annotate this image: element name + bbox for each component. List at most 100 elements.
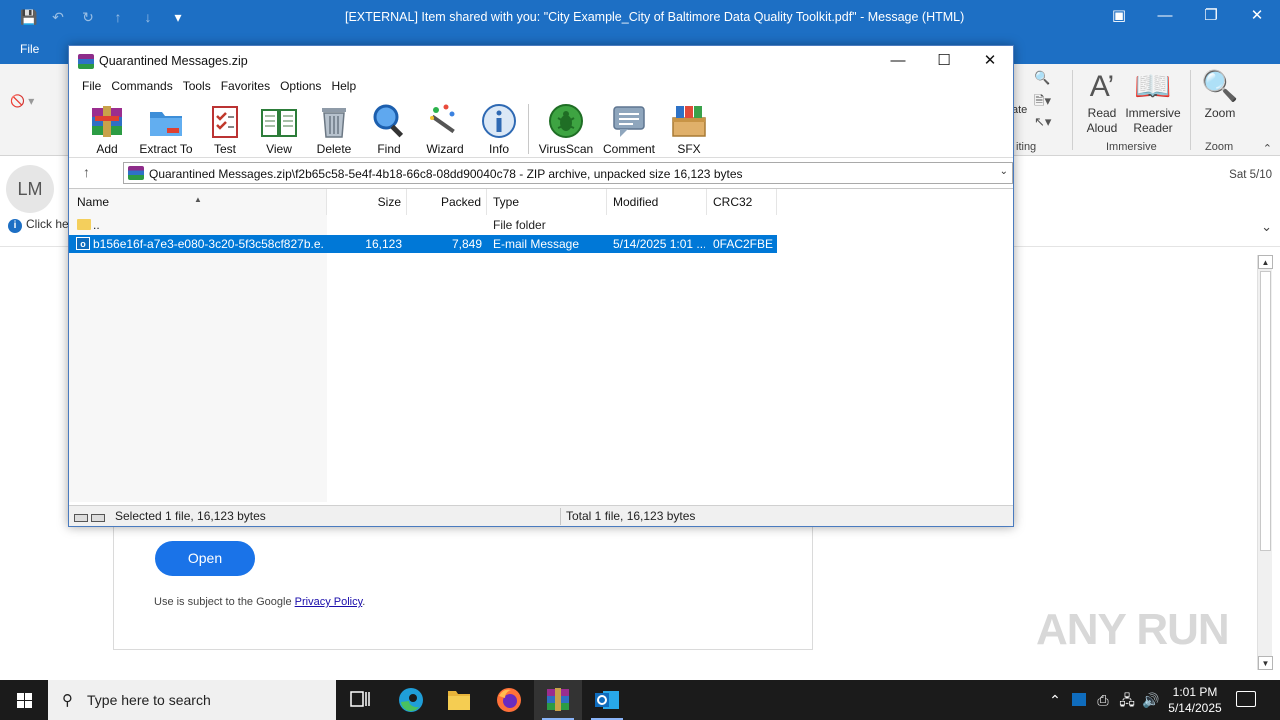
maximize-button[interactable]: ☐: [921, 46, 967, 76]
winrar-toolbar: Add Extract To Test View Delete Find Wiz…: [69, 98, 1013, 158]
open-button[interactable]: Open: [155, 541, 255, 576]
taskbar: ⚲ Type here to search ⌃ ⎙ 🖧 🔊 1:01 PM 5/…: [0, 680, 1280, 720]
folder-icon: [77, 219, 91, 230]
winrar-taskbar-button[interactable]: [534, 680, 582, 720]
system-clock[interactable]: 1:01 PM 5/14/2025: [1160, 684, 1230, 716]
immersive-reader-button[interactable]: 📖 Immersive Reader: [1124, 68, 1182, 136]
junk-button[interactable]: 🚫 ▾: [10, 94, 34, 108]
column-header-packed[interactable]: Packed: [407, 189, 487, 215]
trash-icon: [315, 102, 353, 140]
minimize-button[interactable]: —: [875, 46, 921, 76]
avatar: LM: [6, 165, 54, 213]
menu-help[interactable]: Help: [326, 76, 361, 98]
customize-qat-icon[interactable]: ▾: [170, 9, 186, 26]
info-icon: [480, 102, 518, 140]
row-type: E-mail Message: [493, 237, 580, 251]
view-button[interactable]: View: [257, 102, 301, 156]
column-header-size[interactable]: Size: [327, 189, 407, 215]
delete-button[interactable]: Delete: [315, 102, 353, 156]
menu-tools[interactable]: Tools: [178, 76, 216, 98]
bug-icon: [547, 102, 585, 140]
column-header-name[interactable]: Name ▲: [69, 189, 327, 215]
tab-file[interactable]: File: [20, 42, 39, 56]
extract-to-label: Extract To: [139, 142, 193, 156]
extract-to-icon: [147, 102, 185, 140]
status-bar: Selected 1 file, 16,123 bytes Total 1 fi…: [69, 505, 1013, 526]
path-bar[interactable]: Quarantined Messages.zip\f2b65c58-5e4f-4…: [123, 162, 1013, 184]
undo-icon[interactable]: ↶: [50, 9, 66, 26]
read-aloud-label-2: Aloud: [1086, 121, 1118, 135]
chevron-down-icon[interactable]: ⌄: [1261, 219, 1272, 235]
scroll-down-icon[interactable]: ▼: [1258, 656, 1273, 670]
menu-commands[interactable]: Commands: [106, 76, 177, 98]
close-button[interactable]: ✕: [1234, 0, 1280, 34]
related-icon[interactable]: 🗎▾: [1034, 92, 1051, 114]
edge-icon: [399, 688, 423, 712]
outlook-titlebar: 💾 ↶ ↻ ↑ ↓ ▾ [EXTERNAL] Item shared with …: [0, 0, 1280, 34]
wizard-wand-icon: [426, 102, 464, 140]
read-aloud-button[interactable]: A’ Read Aloud: [1080, 68, 1124, 136]
scroll-up-icon[interactable]: ▲: [1258, 255, 1273, 269]
list-item-email-file[interactable]: o b156e16f-a7e3-e080-3c20-5f3c58cf827b.e…: [69, 235, 777, 253]
select-icon[interactable]: ↖▾: [1034, 114, 1051, 130]
find-button[interactable]: Find: [370, 102, 408, 156]
collapse-ribbon-icon[interactable]: ⌃: [1263, 142, 1272, 155]
menu-favorites[interactable]: Favorites: [216, 76, 275, 98]
test-label: Test: [213, 142, 236, 156]
ribbon-display-options-icon[interactable]: ▣: [1096, 0, 1142, 34]
network-icon[interactable]: 🖧: [1115, 680, 1139, 720]
device-tray-icon[interactable]: ⎙: [1091, 680, 1115, 720]
virusscan-button[interactable]: VirusScan: [537, 102, 595, 156]
ribbon-separator: [1190, 70, 1191, 150]
terms-prefix: Use is subject to the Google: [154, 596, 295, 608]
chevron-down-icon[interactable]: ⌄: [1000, 166, 1008, 177]
outlook-taskbar-button[interactable]: [583, 680, 631, 720]
sfx-button[interactable]: SFX: [669, 102, 709, 156]
comment-button[interactable]: Comment: [601, 102, 657, 156]
wizard-button[interactable]: Wizard: [423, 102, 467, 156]
save-icon[interactable]: 💾: [20, 9, 37, 26]
find-icon[interactable]: 🔍: [1034, 70, 1050, 86]
clock-date: 5/14/2025: [1168, 701, 1222, 715]
column-header-crc32[interactable]: CRC32: [707, 189, 777, 215]
info-label: Info: [488, 142, 509, 156]
outlook-window-controls: ▣ — ❐ ✕: [1096, 0, 1280, 34]
redo-icon[interactable]: ↻: [80, 9, 96, 26]
down-arrow-icon[interactable]: ↓: [140, 9, 156, 26]
start-button[interactable]: [0, 680, 48, 720]
list-item-parent-folder[interactable]: .. File folder: [69, 216, 777, 234]
test-button[interactable]: Test: [206, 102, 244, 156]
edge-button[interactable]: [387, 680, 435, 720]
virusscan-label: VirusScan: [538, 142, 594, 156]
info-button[interactable]: Info: [480, 102, 518, 156]
menu-options[interactable]: Options: [275, 76, 326, 98]
firefox-button[interactable]: [485, 680, 533, 720]
file-explorer-button[interactable]: [435, 680, 483, 720]
taskbar-search[interactable]: ⚲ Type here to search: [48, 680, 336, 720]
close-button[interactable]: ✕: [967, 46, 1013, 76]
file-list[interactable]: Name ▲ Size Packed Type Modified CRC32 .…: [69, 188, 1013, 502]
up-arrow-icon[interactable]: ↑: [110, 9, 126, 26]
terms-suffix: .: [362, 596, 366, 608]
message-scrollbar[interactable]: ▲ ▼: [1257, 255, 1273, 670]
minimize-button[interactable]: —: [1142, 0, 1188, 34]
zoom-button[interactable]: 🔍 Zoom: [1198, 68, 1242, 121]
column-header-type[interactable]: Type: [487, 189, 607, 215]
column-header-modified[interactable]: Modified: [607, 189, 707, 215]
extract-to-button[interactable]: Extract To: [139, 102, 193, 156]
show-hidden-icons[interactable]: ⌃: [1043, 680, 1067, 720]
menu-file[interactable]: File: [77, 76, 106, 98]
privacy-policy-link[interactable]: Privacy Policy: [295, 596, 363, 608]
view-label: View: [266, 142, 292, 156]
info-icon: i: [8, 219, 22, 233]
task-view-button[interactable]: [336, 680, 384, 720]
outlook-tray-icon[interactable]: [1067, 680, 1091, 720]
up-one-level-icon[interactable]: ↑: [83, 164, 90, 180]
group-editing-label: iting: [1016, 141, 1037, 153]
row-packed: 7,849: [451, 237, 482, 251]
info-bar[interactable]: i Click her: [8, 217, 73, 233]
restore-button[interactable]: ❐: [1188, 0, 1234, 34]
notification-icon[interactable]: [1236, 691, 1256, 707]
add-button[interactable]: Add: [87, 102, 127, 156]
scroll-thumb[interactable]: [1260, 271, 1271, 551]
